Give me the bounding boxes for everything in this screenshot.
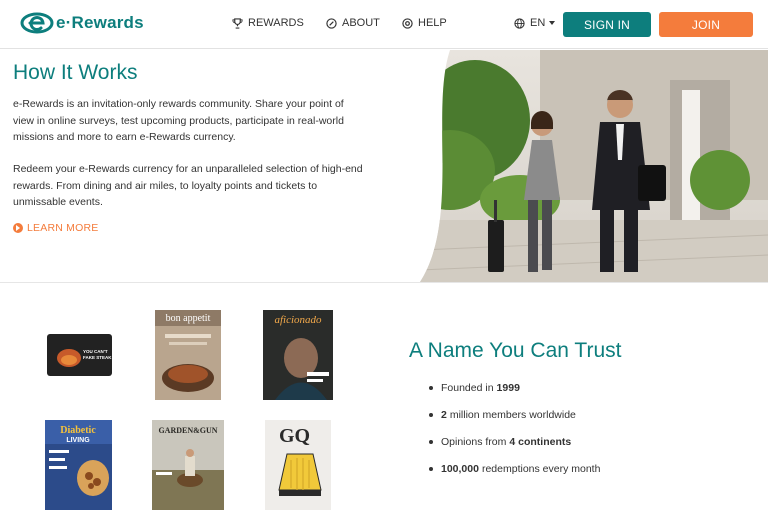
- garden-gun-masthead: GARDEN&GUN: [158, 426, 217, 435]
- play-circle-icon: [13, 223, 23, 233]
- logo-text: e·Rewards: [56, 13, 144, 32]
- site-header: e·Rewards REWARDS ABOUT HELP EN SIGN IN …: [0, 0, 768, 49]
- gift-card-image: YOU CAN'T FAKE STEAK: [47, 334, 112, 376]
- fact-bold: 4 continents: [509, 435, 572, 448]
- hero-photo: [420, 50, 768, 282]
- garden-and-gun-cover: GARDEN&GUN: [152, 420, 224, 510]
- sign-in-button[interactable]: SIGN IN: [563, 12, 651, 37]
- trophy-icon: [232, 17, 243, 29]
- language-selector[interactable]: EN: [514, 17, 556, 29]
- language-label: EN: [530, 17, 546, 29]
- hero-title: How It Works: [13, 61, 138, 84]
- fact-founded: Founded in 1999: [427, 374, 600, 401]
- fact-redemptions: 100,000 redemptions every month: [427, 455, 600, 482]
- fact-post: redemptions every month: [481, 462, 601, 475]
- nav-rewards[interactable]: REWARDS: [232, 17, 304, 29]
- nav-about-label: ABOUT: [342, 17, 380, 29]
- trust-title: A Name You Can Trust: [409, 339, 622, 362]
- fact-bold: 100,000: [441, 462, 479, 475]
- info-circle-icon: [326, 17, 337, 29]
- hero-paragraph-2: Redeem your e-Rewards currency for an un…: [13, 163, 363, 208]
- learn-more-label: LEARN MORE: [27, 222, 99, 234]
- gift-card-text-1: YOU CAN'T: [83, 349, 108, 354]
- lifebuoy-icon: [402, 17, 413, 29]
- fact-continents: Opinions from 4 continents: [427, 428, 600, 455]
- diabetic-living-cover: Diabetic LIVING: [45, 420, 112, 510]
- diabetic-living-sub: LIVING: [66, 437, 90, 444]
- bon-appetit-masthead: bon appetit: [166, 313, 211, 324]
- gq-cover: GQ: [265, 420, 331, 510]
- join-button[interactable]: JOIN: [659, 12, 753, 37]
- fact-pre: Founded in: [441, 381, 494, 394]
- gift-card-text-2: FAKE STEAK: [83, 355, 112, 360]
- bon-appetit-cover: bon appetit: [155, 310, 221, 400]
- section-divider: [0, 282, 768, 283]
- globe-icon: [514, 17, 525, 29]
- cigar-aficionado-cover: aficionado: [263, 310, 333, 400]
- nav-help[interactable]: HELP: [402, 17, 447, 29]
- chevron-down-icon: [549, 21, 556, 25]
- fact-post: million members worldwide: [449, 408, 576, 421]
- fact-bold: 1999: [496, 381, 520, 394]
- diabetic-living-masthead: Diabetic: [60, 425, 96, 436]
- hero-paragraph-1: e-Rewards is an invitation-only rewards …: [13, 98, 344, 143]
- logo[interactable]: e·Rewards: [20, 11, 144, 35]
- hero-section: How It Works e-Rewards is an invitation-…: [0, 50, 768, 282]
- e-rewards-logo-icon: [20, 12, 54, 34]
- fact-bold: 2: [441, 408, 447, 421]
- trust-facts-list: Founded in 1999 2 million members worldw…: [427, 374, 600, 482]
- nav-about[interactable]: ABOUT: [326, 17, 380, 29]
- fact-pre: Opinions from: [441, 435, 507, 448]
- nav-help-label: HELP: [418, 17, 447, 29]
- learn-more-link[interactable]: LEARN MORE: [13, 222, 98, 234]
- nav-rewards-label: REWARDS: [248, 17, 304, 29]
- fact-members: 2 million members worldwide: [427, 401, 600, 428]
- gq-masthead: GQ: [279, 425, 310, 447]
- aficionado-masthead: aficionado: [274, 314, 322, 326]
